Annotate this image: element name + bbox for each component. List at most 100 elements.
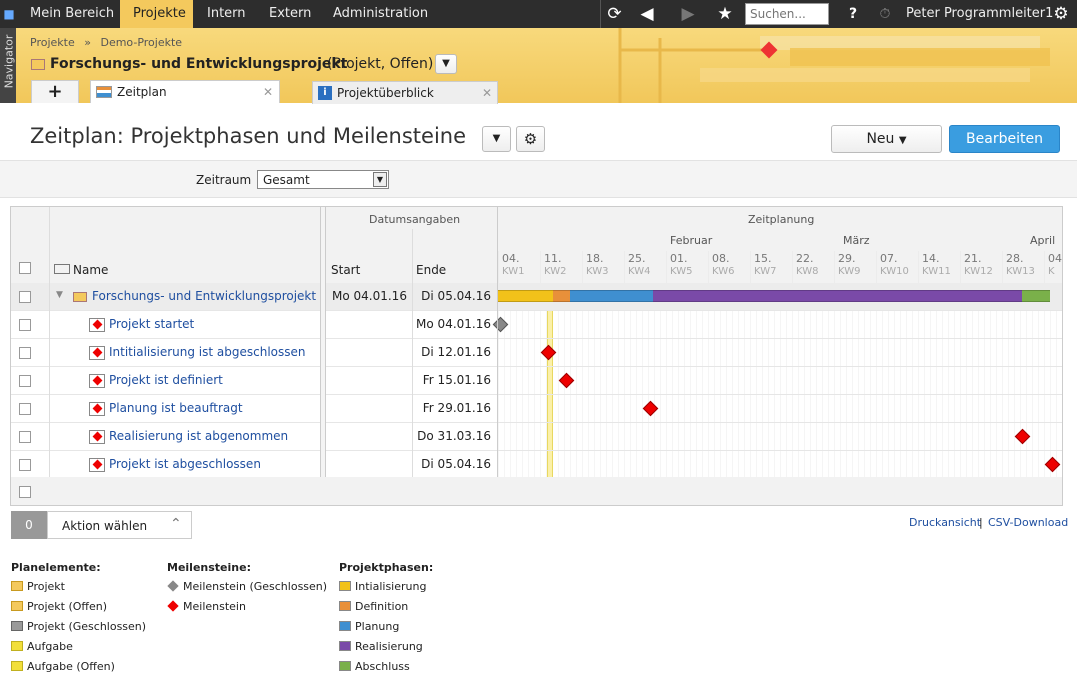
tab-zeitplan[interactable]: Zeitplan ✕ bbox=[90, 80, 280, 103]
legend-swatch bbox=[339, 581, 351, 591]
milestone-marker[interactable] bbox=[492, 316, 509, 333]
nav-administration[interactable]: Administration bbox=[333, 0, 428, 28]
phase-bar[interactable] bbox=[569, 290, 653, 302]
row-name[interactable]: Planung ist beauftragt bbox=[109, 401, 243, 415]
legend-label: Planung bbox=[355, 620, 400, 633]
row-name[interactable]: Projekt startet bbox=[109, 317, 194, 331]
add-tab-button[interactable]: + bbox=[31, 80, 79, 103]
search-input[interactable] bbox=[745, 3, 829, 25]
table-row[interactable]: Projekt startet Mo 04.01.16 bbox=[11, 311, 1062, 339]
week-day-label: 15. bbox=[754, 252, 772, 265]
close-tab-icon[interactable]: ✕ bbox=[482, 82, 492, 104]
week-kw-label: KW13 bbox=[1006, 266, 1035, 277]
legend-swatch bbox=[339, 641, 351, 651]
table-row[interactable]: Projekt ist definiert Fr 15.01.16 bbox=[11, 367, 1062, 395]
expand-toggle-icon[interactable]: ▼ bbox=[56, 290, 63, 300]
row-checkbox[interactable] bbox=[19, 459, 31, 471]
week-day-label: 11. bbox=[544, 252, 562, 265]
user-name[interactable]: Peter Programmleiter1 bbox=[906, 0, 1053, 28]
grid-footer bbox=[11, 477, 1062, 505]
row-checkbox[interactable] bbox=[19, 431, 31, 443]
row-name[interactable]: Intitialisierung ist abgeschlossen bbox=[109, 345, 306, 359]
week-day-label: 25. bbox=[628, 252, 646, 265]
nav-intern[interactable]: Intern bbox=[207, 0, 246, 28]
title-settings-button[interactable]: ⚙ bbox=[516, 126, 545, 152]
phase-bar[interactable] bbox=[553, 290, 570, 302]
milestone-marker[interactable] bbox=[540, 344, 557, 361]
milestone-marker[interactable] bbox=[558, 372, 575, 389]
project-menu-button[interactable]: ▼ bbox=[435, 54, 457, 74]
legend-label: Projekt (Geschlossen) bbox=[27, 620, 147, 633]
week-day-label: 29. bbox=[838, 252, 856, 265]
row-checkbox[interactable] bbox=[19, 291, 31, 303]
col-start-header[interactable]: Start bbox=[331, 263, 360, 277]
select-all-checkbox[interactable] bbox=[19, 262, 31, 274]
header-decoration bbox=[618, 28, 1050, 103]
close-tab-icon[interactable]: ✕ bbox=[263, 81, 273, 103]
row-name[interactable]: Realisierung ist abgenommen bbox=[109, 429, 288, 443]
tab-projektueberblick[interactable]: i Projektüberblick ✕ bbox=[312, 81, 498, 104]
milestone-marker[interactable] bbox=[1044, 456, 1061, 473]
name-column-divider bbox=[320, 207, 326, 505]
legend-swatch bbox=[11, 581, 23, 591]
table-row[interactable]: Planung ist beauftragt Fr 29.01.16 bbox=[11, 395, 1062, 423]
row-checkbox[interactable] bbox=[19, 403, 31, 415]
row-name[interactable]: Projekt ist abgeschlossen bbox=[109, 457, 261, 471]
milestone-marker[interactable] bbox=[1014, 428, 1031, 445]
table-row[interactable]: Intitialisierung ist abgeschlossen Di 12.… bbox=[11, 339, 1062, 367]
edit-button[interactable]: Bearbeiten bbox=[949, 125, 1060, 153]
week-day-label: 04 bbox=[1048, 252, 1062, 265]
timer-icon[interactable]: ⏱ bbox=[874, 0, 896, 28]
row-name[interactable]: Forschungs- und Entwicklungsprojekt bbox=[92, 289, 316, 303]
legend-swatch bbox=[11, 621, 23, 631]
refresh-icon[interactable]: ⟳ bbox=[600, 0, 628, 28]
week-kw-label: KW8 bbox=[796, 266, 819, 277]
zeitraum-select[interactable]: Gesamt ▼ bbox=[257, 170, 389, 189]
nav-projekte[interactable]: Projekte bbox=[120, 0, 193, 28]
phase-bar[interactable] bbox=[652, 290, 1023, 302]
phase-bar[interactable] bbox=[498, 290, 554, 302]
print-link[interactable]: Druckansicht bbox=[909, 516, 981, 529]
row-checkbox[interactable] bbox=[19, 319, 31, 331]
row-checkbox[interactable] bbox=[19, 375, 31, 387]
milestone-marker[interactable] bbox=[642, 400, 659, 417]
table-row[interactable]: Projekt ist abgeschlossen Di 05.04.16 bbox=[11, 451, 1062, 479]
legend-diamond-icon bbox=[167, 580, 179, 592]
new-button[interactable]: Neu ▼ bbox=[831, 125, 942, 153]
back-icon[interactable]: ◀ bbox=[632, 0, 662, 28]
legend-phase-title: Projektphasen: bbox=[339, 561, 434, 574]
milestone-icon bbox=[89, 374, 105, 388]
phase-bar[interactable] bbox=[1022, 290, 1050, 302]
csv-download-link[interactable]: CSV-Download bbox=[988, 516, 1068, 529]
week-kw-label: KW4 bbox=[628, 266, 651, 277]
help-button[interactable]: ? bbox=[843, 0, 863, 28]
table-row[interactable]: ▼ Forschungs- und Entwicklungsprojekt Mo 0… bbox=[11, 283, 1062, 311]
settings-gear-icon[interactable]: ⚙ bbox=[1049, 0, 1073, 28]
legend-ms-title: Meilensteine: bbox=[167, 561, 251, 574]
week-kw-label: KW12 bbox=[964, 266, 993, 277]
footer-checkbox[interactable] bbox=[19, 486, 31, 498]
nav-extern[interactable]: Extern bbox=[269, 0, 311, 28]
new-label: Neu bbox=[866, 131, 895, 147]
week-kw-label: KW10 bbox=[880, 266, 909, 277]
nav-mein-bereich[interactable]: Mein Bereich bbox=[30, 0, 114, 28]
row-name[interactable]: Projekt ist definiert bbox=[109, 373, 223, 387]
app-logo-icon[interactable]: ■ bbox=[0, 0, 18, 28]
table-row[interactable]: Realisierung ist abgenommen Do 31.03.16 bbox=[11, 423, 1062, 451]
navigator-toggle[interactable]: Navigator bbox=[0, 28, 16, 103]
breadcrumb-demo-projekte[interactable]: Demo-Projekte bbox=[100, 36, 182, 49]
legend-swatch bbox=[11, 641, 23, 651]
row-checkbox[interactable] bbox=[19, 347, 31, 359]
action-select[interactable]: Aktion wählen ⌃ bbox=[47, 511, 192, 539]
favorites-star-icon[interactable]: ★ bbox=[712, 0, 738, 28]
legend-swatch bbox=[339, 621, 351, 631]
breadcrumb-projekte[interactable]: Projekte bbox=[30, 36, 75, 49]
col-end-header[interactable]: Ende bbox=[416, 263, 446, 277]
gantt-icon bbox=[96, 86, 112, 98]
forward-icon[interactable]: ▶ bbox=[673, 0, 703, 28]
tab-label: Projektüberblick bbox=[337, 86, 434, 100]
gantt-divider bbox=[497, 207, 498, 505]
row-start: Mo 04.01.16 bbox=[332, 289, 407, 303]
col-name-header[interactable]: Name bbox=[73, 263, 108, 277]
title-menu-button[interactable]: ▼ bbox=[482, 126, 511, 152]
